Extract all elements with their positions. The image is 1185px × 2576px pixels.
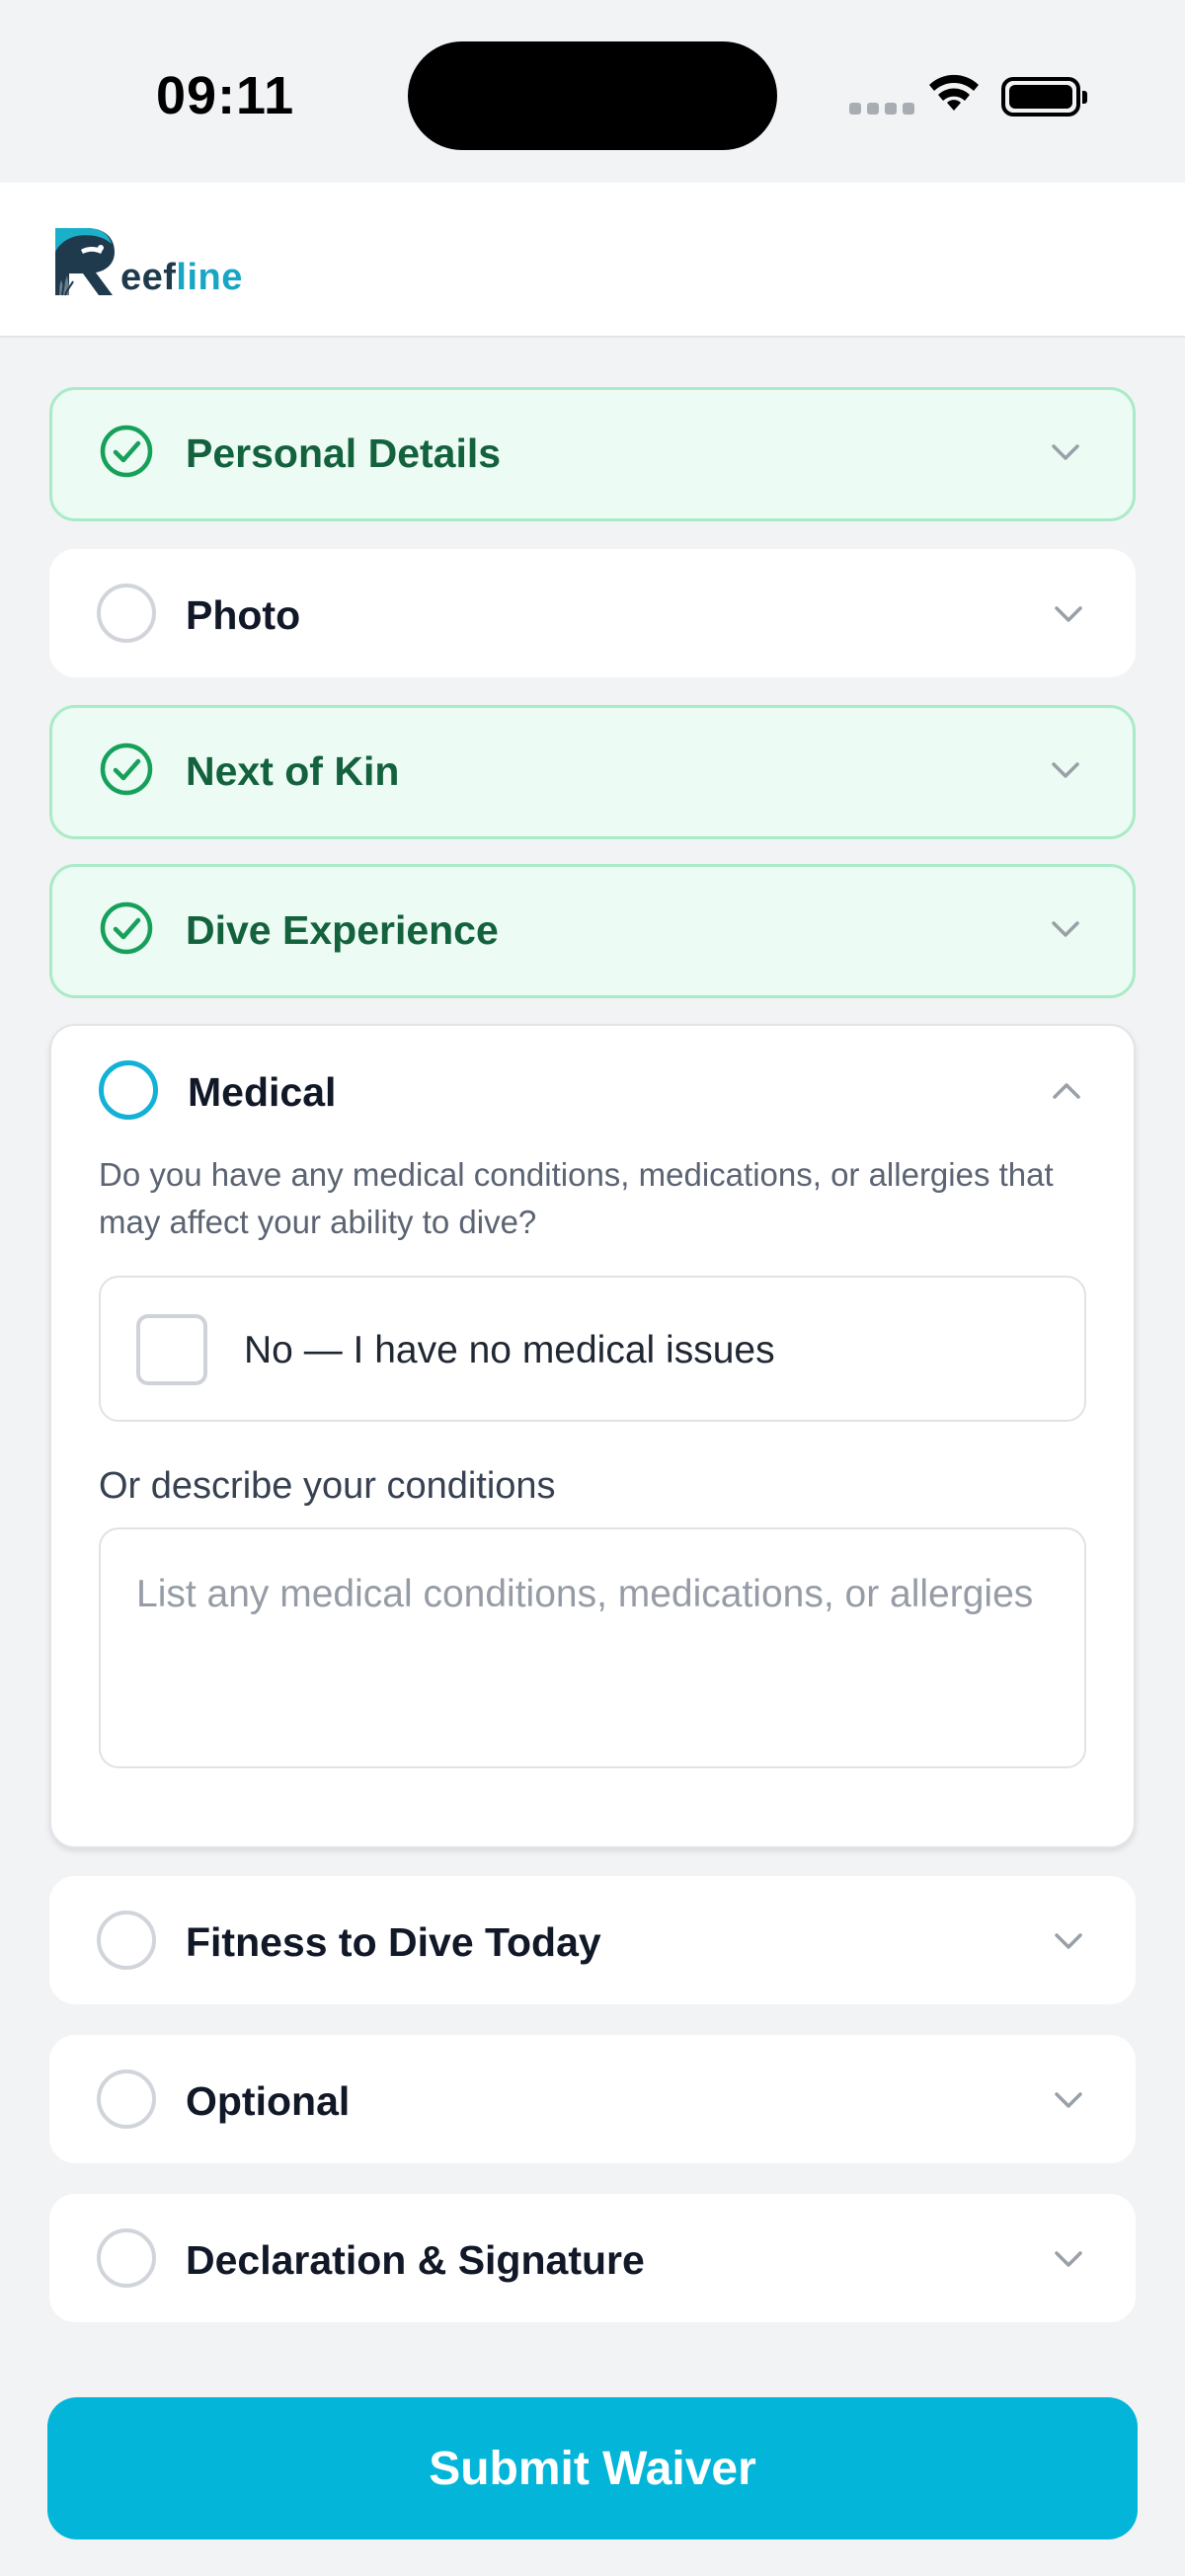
check-circle-icon [100, 742, 153, 796]
empty-circle-icon [97, 2228, 156, 2288]
chevron-down-icon [1055, 2092, 1082, 2108]
section-optional: Optional [49, 2035, 1136, 2163]
empty-circle-icon [97, 584, 156, 643]
chevron-down-icon [1055, 2251, 1082, 2267]
section-header-personal-details[interactable]: Personal Details [52, 390, 1133, 518]
no-medical-issues-label: No — I have no medical issues [244, 1329, 775, 1371]
section-title: Next of Kin [186, 748, 400, 794]
active-circle-icon [99, 1060, 158, 1120]
logo-text-prefix: eef [120, 257, 177, 298]
no-medical-issues-option[interactable]: No — I have no medical issues [99, 1276, 1086, 1422]
logo-wordmark: eefline [120, 257, 243, 299]
section-title: Medical [188, 1069, 337, 1115]
status-bar: 09:11 [0, 0, 1185, 183]
section-header-declaration-signature[interactable]: Declaration & Signature [49, 2194, 1136, 2322]
battery-icon [1001, 77, 1087, 117]
dynamic-island [408, 41, 777, 150]
empty-circle-icon [97, 1911, 156, 1970]
section-photo: Photo [49, 549, 1136, 677]
section-dive-experience: Dive Experience [49, 864, 1136, 998]
chevron-down-icon [1055, 606, 1082, 622]
section-header-optional[interactable]: Optional [49, 2035, 1136, 2163]
chevron-down-icon [1052, 762, 1079, 778]
chevron-up-icon [1053, 1083, 1080, 1099]
reefline-logo[interactable]: eefline [51, 222, 243, 301]
section-title: Declaration & Signature [186, 2237, 645, 2283]
section-header-dive-experience[interactable]: Dive Experience [52, 867, 1133, 995]
reefline-logo-icon [55, 228, 115, 296]
section-header-next-of-kin[interactable]: Next of Kin [52, 708, 1133, 836]
chevron-down-icon [1055, 1933, 1082, 1949]
section-personal-details: Personal Details [49, 387, 1136, 521]
section-title: Optional [186, 2078, 351, 2124]
empty-circle-icon [97, 2069, 156, 2129]
section-header-photo[interactable]: Photo [49, 549, 1136, 677]
section-header-fitness-to-dive-today[interactable]: Fitness to Dive Today [49, 1876, 1136, 2004]
section-title: Fitness to Dive Today [186, 1919, 601, 1965]
medical-conditions-textarea[interactable] [99, 1527, 1086, 1768]
medical-question: Do you have any medical conditions, medi… [99, 1156, 1054, 1240]
check-circle-icon [100, 425, 153, 478]
section-header-medical[interactable]: Medical [51, 1026, 1134, 1154]
section-next-of-kin: Next of Kin [49, 705, 1136, 839]
status-time: 09:11 [156, 66, 295, 125]
section-fitness-to-dive-today: Fitness to Dive Today [49, 1876, 1136, 2004]
chevron-down-icon [1052, 921, 1079, 937]
medical-body: Do you have any medical conditions, medi… [51, 1151, 1134, 1768]
check-circle-icon [100, 901, 153, 955]
section-title: Photo [186, 592, 301, 638]
section-title: Dive Experience [186, 907, 499, 953]
section-declaration-signature: Declaration & Signature [49, 2194, 1136, 2322]
no-medical-issues-checkbox[interactable] [136, 1314, 207, 1385]
chevron-down-icon [1052, 444, 1079, 460]
app-header: eefline [0, 183, 1185, 338]
submit-waiver-button[interactable]: Submit Waiver [47, 2397, 1138, 2539]
logo-text-accent: line [176, 257, 243, 298]
section-title: Personal Details [186, 430, 502, 476]
wifi-icon [929, 74, 979, 111]
cellular-signal-icon [849, 103, 914, 115]
section-medical: Medical Do you have any medical conditio… [49, 1024, 1136, 1848]
conditions-label: Or describe your conditions [99, 1465, 556, 1507]
